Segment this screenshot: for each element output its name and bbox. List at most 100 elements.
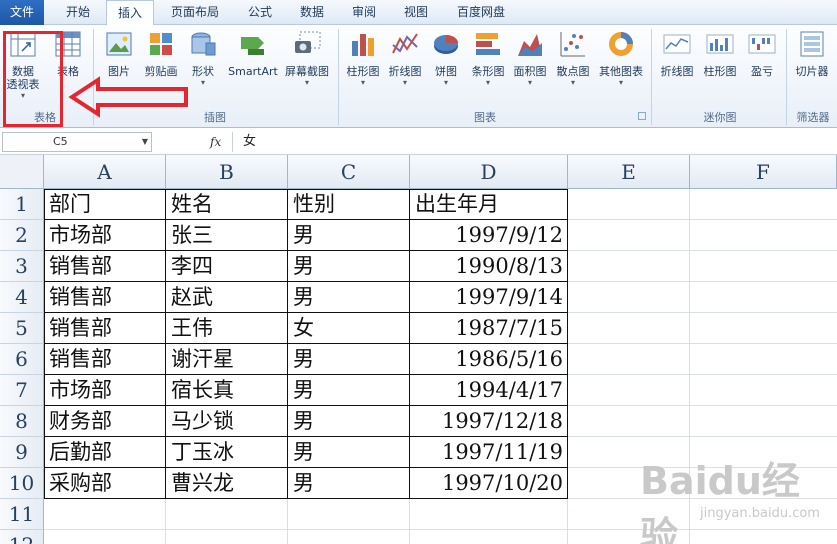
table-cell[interactable]: 销售部	[44, 344, 166, 375]
bar-chart-button[interactable]: 条形图 ▾	[468, 29, 508, 88]
table-cell[interactable]: 马少锁	[166, 406, 288, 437]
row-header[interactable]: 8	[0, 406, 44, 437]
column-header[interactable]: F	[690, 155, 837, 189]
tab-formulas[interactable]: 公式	[236, 0, 284, 25]
table-cell[interactable]: 1997/10/20	[410, 468, 568, 499]
table-cell[interactable]: 张三	[166, 220, 288, 251]
table-cell[interactable]: 男	[288, 282, 410, 313]
screenshot-button[interactable]: 屏幕截图 ▾	[282, 29, 332, 88]
other-charts-button[interactable]: 其他图表 ▾	[596, 29, 646, 88]
pie-chart-button[interactable]: 饼图 ▾	[428, 29, 464, 88]
sparkline-column-icon	[705, 29, 735, 59]
row-header[interactable]: 4	[0, 282, 44, 313]
row-header[interactable]: 2	[0, 220, 44, 251]
picture-button[interactable]: 图片	[100, 29, 138, 78]
table-border	[567, 189, 568, 499]
select-all-corner[interactable]	[0, 155, 44, 189]
table-cell[interactable]: 1997/12/18	[410, 406, 568, 437]
row-header[interactable]: 6	[0, 344, 44, 375]
table-cell[interactable]: 男	[288, 375, 410, 406]
table-cell[interactable]: 男	[288, 344, 410, 375]
header-cell[interactable]: 性别	[288, 189, 410, 220]
header-cell[interactable]: 姓名	[166, 189, 288, 220]
table-cell[interactable]: 男	[288, 251, 410, 282]
scatter-chart-button[interactable]: 散点图 ▾	[553, 29, 593, 88]
table-cell[interactable]: 曹兴龙	[166, 468, 288, 499]
insert-function-icon[interactable]: fx	[210, 135, 221, 149]
table-cell[interactable]: 谢汗星	[166, 344, 288, 375]
row-header[interactable]: 9	[0, 437, 44, 468]
sparkline-column-label: 柱形图	[703, 65, 737, 78]
pie-chart-icon	[431, 29, 461, 59]
pie-chart-label: 饼图	[435, 65, 457, 78]
table-cell[interactable]: 1997/9/12	[410, 220, 568, 251]
area-chart-button[interactable]: 面积图 ▾	[510, 29, 550, 88]
chevron-down-icon[interactable]: ▼	[142, 133, 148, 151]
dialog-launcher-icon[interactable]	[638, 112, 646, 120]
slicer-button[interactable]: 切片器	[790, 29, 834, 78]
sparkline-winloss-button[interactable]: 盈亏	[744, 29, 780, 78]
tab-baidu-netdisk[interactable]: 百度网盘	[446, 0, 516, 25]
table-cell[interactable]: 男	[288, 468, 410, 499]
table-cell[interactable]: 1997/11/19	[410, 437, 568, 468]
column-header[interactable]: C	[288, 155, 410, 189]
table-cell[interactable]: 采购部	[44, 468, 166, 499]
table-border	[44, 498, 568, 499]
smartart-button[interactable]: SmartArt	[226, 29, 280, 78]
row-header[interactable]: 11	[0, 499, 44, 530]
tab-insert[interactable]: 插入	[106, 0, 154, 26]
line-chart-button[interactable]: 折线图 ▾	[385, 29, 425, 88]
table-cell[interactable]: 市场部	[44, 375, 166, 406]
row-header[interactable]: 12	[0, 530, 44, 544]
sparkline-column-button[interactable]: 柱形图	[700, 29, 740, 78]
table-cell[interactable]: 1990/8/13	[410, 251, 568, 282]
formula-input[interactable]: 女	[232, 132, 835, 152]
tab-home[interactable]: 开始	[54, 0, 102, 25]
table-cell[interactable]: 男	[288, 406, 410, 437]
row-header[interactable]: 5	[0, 313, 44, 344]
column-header[interactable]: E	[568, 155, 690, 189]
row-header[interactable]: 7	[0, 375, 44, 406]
table-cell[interactable]: 丁玉冰	[166, 437, 288, 468]
sparkline-line-button[interactable]: 折线图	[656, 29, 698, 78]
table-cell[interactable]: 男	[288, 220, 410, 251]
table-border	[44, 219, 568, 220]
table-border	[287, 189, 288, 499]
header-cell[interactable]: 出生年月	[410, 189, 568, 220]
tab-review[interactable]: 审阅	[340, 0, 388, 25]
tab-file[interactable]: 文件	[0, 0, 44, 25]
group-separator	[338, 29, 339, 125]
column-chart-button[interactable]: 柱形图 ▾	[343, 29, 383, 88]
table-cell[interactable]: 财务部	[44, 406, 166, 437]
sparkline-winloss-icon	[747, 29, 777, 59]
column-header[interactable]: A	[44, 155, 166, 189]
column-header[interactable]: B	[166, 155, 288, 189]
table-cell[interactable]: 王伟	[166, 313, 288, 344]
tab-data[interactable]: 数据	[288, 0, 336, 25]
row-header[interactable]: 10	[0, 468, 44, 499]
table-cell[interactable]: 女	[288, 313, 410, 344]
table-border	[165, 189, 166, 499]
table-cell[interactable]: 1997/9/14	[410, 282, 568, 313]
tab-view[interactable]: 视图	[392, 0, 440, 25]
table-cell[interactable]: 1987/7/15	[410, 313, 568, 344]
group-label-filter: 筛选器	[796, 111, 830, 124]
table-cell[interactable]: 赵武	[166, 282, 288, 313]
header-cell[interactable]: 部门	[44, 189, 166, 220]
column-header[interactable]: D	[410, 155, 568, 189]
table-cell[interactable]: 宿长真	[166, 375, 288, 406]
table-cell[interactable]: 1986/5/16	[410, 344, 568, 375]
table-cell[interactable]: 后勤部	[44, 437, 166, 468]
name-box[interactable]: C5 ▼	[2, 132, 152, 152]
row-header[interactable]: 1	[0, 189, 44, 220]
table-cell[interactable]: 销售部	[44, 282, 166, 313]
table-cell[interactable]: 李四	[166, 251, 288, 282]
clipart-button[interactable]: 剪贴画	[140, 29, 182, 78]
table-cell[interactable]: 销售部	[44, 313, 166, 344]
table-cell[interactable]: 1994/4/17	[410, 375, 568, 406]
table-cell[interactable]: 市场部	[44, 220, 166, 251]
tab-page-layout[interactable]: 页面布局	[160, 0, 230, 25]
table-cell[interactable]: 销售部	[44, 251, 166, 282]
row-header[interactable]: 3	[0, 251, 44, 282]
table-cell[interactable]: 男	[288, 437, 410, 468]
